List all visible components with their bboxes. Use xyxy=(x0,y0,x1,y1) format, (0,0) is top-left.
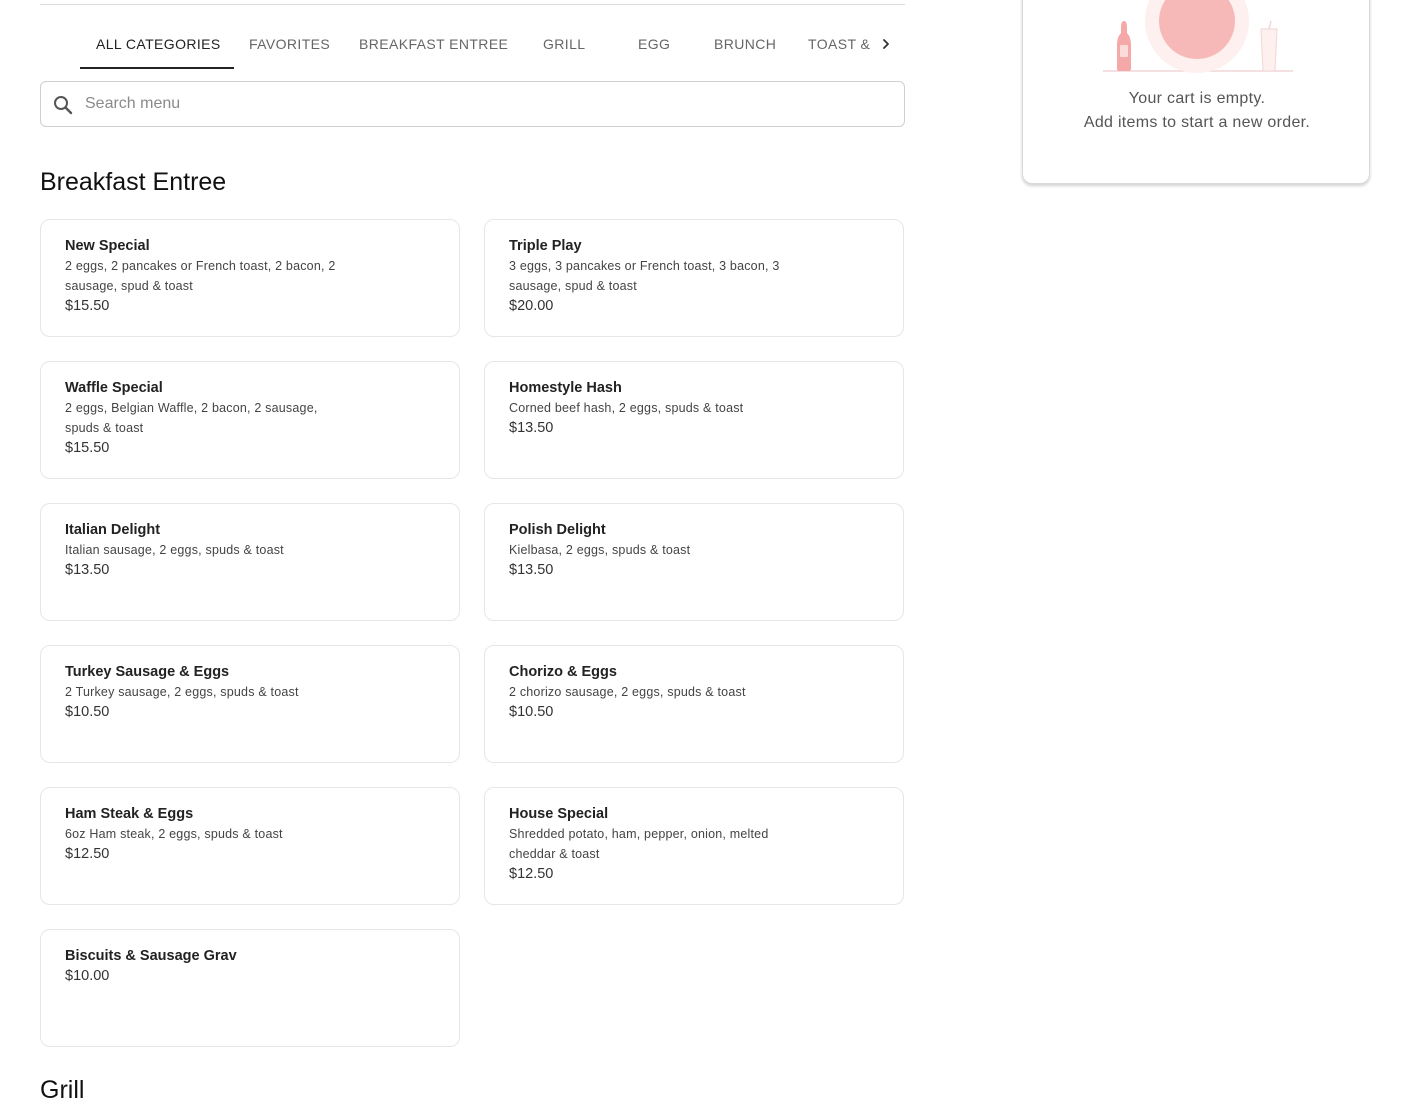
menu-item-content: Ham Steak & Eggs 6oz Ham steak, 2 eggs, s… xyxy=(65,804,365,864)
menu-item-content: Homestyle Hash Corned beef hash, 2 eggs, … xyxy=(509,378,809,438)
menu-item-name: Chorizo & Eggs xyxy=(509,664,617,680)
empty-plate-illustration xyxy=(1101,0,1295,73)
cart-empty-message: Your cart is empty. xyxy=(1128,90,1266,107)
menu-item-description: 2 eggs, Belgian Waffle, 2 bacon, 2 sausa… xyxy=(65,401,318,415)
tab-egg[interactable]: EGG xyxy=(638,36,670,52)
menu-item-card[interactable]: Triple Play 3 eggs, 3 pancakes or French … xyxy=(484,219,904,337)
tab-overflow-clip: TOAST & ... xyxy=(808,22,870,68)
tab-breakfast-entree[interactable]: BREAKFAST ENTREE xyxy=(359,36,508,52)
menu-item-card[interactable]: Italian Delight Italian sausage, 2 eggs, … xyxy=(40,503,460,621)
chevron-right-icon[interactable] xyxy=(876,34,896,54)
menu-item-card[interactable]: New Special 2 eggs, 2 pancakes or French … xyxy=(40,219,460,337)
menu-item-content: Biscuits & Sausage Grav $10.00 xyxy=(65,946,365,986)
menu-item-card[interactable]: Chorizo & Eggs 2 chorizo sausage, 2 eggs,… xyxy=(484,645,904,763)
menu-item-card[interactable]: Biscuits & Sausage Grav $10.00 xyxy=(40,929,460,1047)
menu-item-price: $10.50 xyxy=(65,704,110,720)
menu-item-card[interactable]: Waffle Special 2 eggs, Belgian Waffle, 2 … xyxy=(40,361,460,479)
menu-item-price: $20.00 xyxy=(509,298,554,314)
menu-item-description: 2 chorizo sausage, 2 eggs, spuds & toast xyxy=(509,685,746,699)
top-divider xyxy=(40,4,905,5)
tab-all-categories[interactable]: ALL CATEGORIES xyxy=(96,36,221,52)
menu-item-name: Turkey Sausage & Eggs xyxy=(65,664,230,680)
menu-item-name: Homestyle Hash xyxy=(509,380,622,396)
menu-item-content: New Special 2 eggs, 2 pancakes or French … xyxy=(65,236,365,316)
tab-brunch[interactable]: BRUNCH xyxy=(714,36,776,52)
menu-item-description: sausage, spud & toast xyxy=(65,279,193,293)
menu-item-price: $13.50 xyxy=(65,562,110,578)
menu-item-description: Italian sausage, 2 eggs, spuds & toast xyxy=(65,543,284,557)
search-input[interactable] xyxy=(85,82,895,126)
menu-item-description: Kielbasa, 2 eggs, spuds & toast xyxy=(509,543,691,557)
menu-item-name: New Special xyxy=(65,238,150,254)
menu-item-card[interactable]: Homestyle Hash Corned beef hash, 2 eggs, … xyxy=(484,361,904,479)
search-icon xyxy=(52,94,74,116)
cart-empty-hint: Add items to start a new order. xyxy=(1083,114,1311,131)
menu-item-name: Waffle Special xyxy=(65,380,163,396)
menu-item-content: House Special Shredded potato, ham, peppe… xyxy=(509,804,809,884)
menu-item-name: Polish Delight xyxy=(509,522,606,538)
menu-item-content: Chorizo & Eggs 2 chorizo sausage, 2 eggs,… xyxy=(509,662,809,722)
menu-item-price: $15.50 xyxy=(65,440,110,456)
menu-item-card[interactable]: Ham Steak & Eggs 6oz Ham steak, 2 eggs, s… xyxy=(40,787,460,905)
menu-item-description: spuds & toast xyxy=(65,421,144,435)
menu-item-price: $10.00 xyxy=(65,968,110,984)
menu-item-description: 2 Turkey sausage, 2 eggs, spuds & toast xyxy=(65,685,299,699)
menu-item-card[interactable]: House Special Shredded potato, ham, peppe… xyxy=(484,787,904,905)
menu-item-description: 3 eggs, 3 pancakes or French toast, 3 ba… xyxy=(509,259,780,273)
menu-item-content: Turkey Sausage & Eggs 2 Turkey sausage, 2… xyxy=(65,662,365,722)
menu-item-content: Polish Delight Kielbasa, 2 eggs, spuds & … xyxy=(509,520,809,580)
tab-grill[interactable]: GRILL xyxy=(543,36,585,52)
menu-item-description: Shredded potato, ham, pepper, onion, mel… xyxy=(509,827,769,841)
menu-item-content: Triple Play 3 eggs, 3 pancakes or French … xyxy=(509,236,809,316)
menu-item-name: Triple Play xyxy=(509,238,582,254)
menu-item-card[interactable]: Turkey Sausage & Eggs 2 Turkey sausage, 2… xyxy=(40,645,460,763)
menu-item-price: $12.50 xyxy=(65,846,110,862)
menu-item-name: House Special xyxy=(509,806,609,822)
menu-item-description: sausage, spud & toast xyxy=(509,279,637,293)
menu-item-card[interactable]: Polish Delight Kielbasa, 2 eggs, spuds & … xyxy=(484,503,904,621)
menu-item-name: Biscuits & Sausage Grav xyxy=(65,948,237,964)
menu-item-price: $12.50 xyxy=(509,866,554,882)
search-box xyxy=(40,81,905,127)
cart-panel: Your cart is empty. Add items to start a… xyxy=(1022,0,1370,184)
menu-item-price: $13.50 xyxy=(509,420,554,436)
menu-item-description: 6oz Ham steak, 2 eggs, spuds & toast xyxy=(65,827,283,841)
menu-item-content: Italian Delight Italian sausage, 2 eggs, … xyxy=(65,520,365,580)
active-tab-indicator xyxy=(80,67,234,69)
menu-item-content: Waffle Special 2 eggs, Belgian Waffle, 2 … xyxy=(65,378,365,458)
menu-item-description: Corned beef hash, 2 eggs, spuds & toast xyxy=(509,401,744,415)
tab-favorites[interactable]: FAVORITES xyxy=(249,36,330,52)
menu-item-price: $10.50 xyxy=(509,704,554,720)
menu-item-price: $13.50 xyxy=(509,562,554,578)
menu-item-name: Italian Delight xyxy=(65,522,161,538)
section-title-breakfast-entree: Breakfast Entree xyxy=(40,168,227,196)
menu-item-description: cheddar & toast xyxy=(509,847,600,861)
menu-item-description: 2 eggs, 2 pancakes or French toast, 2 ba… xyxy=(65,259,336,273)
category-tabs: ALL CATEGORIES FAVORITES BREAKFAST ENTRE… xyxy=(80,22,905,70)
menu-item-price: $15.50 xyxy=(65,298,110,314)
menu-item-name: Ham Steak & Eggs xyxy=(65,806,194,822)
tab-toast[interactable]: TOAST & ... xyxy=(808,36,870,52)
section-title-grill: Grill xyxy=(40,1076,85,1104)
